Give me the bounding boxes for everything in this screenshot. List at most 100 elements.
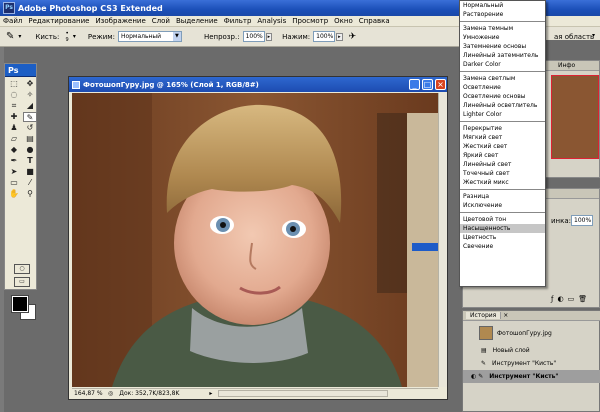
status-menu-arrow-icon[interactable]: ▸ xyxy=(209,390,212,397)
menu-layer[interactable]: Слой xyxy=(149,17,173,25)
blend-item[interactable]: Цветовой тон xyxy=(460,215,545,224)
blend-item[interactable]: Lighter Color xyxy=(460,110,545,119)
blend-item[interactable]: Замена светлым xyxy=(460,74,545,83)
blend-item[interactable]: Исключение xyxy=(460,201,545,210)
status-info-icon[interactable]: ◎ xyxy=(108,390,113,397)
brush-preview[interactable]: • 9 xyxy=(65,30,69,43)
blend-item[interactable]: Свечение xyxy=(460,242,545,251)
tool-preset-dropdown-icon[interactable]: ▾ xyxy=(18,33,21,40)
magic-wand-tool-icon[interactable]: ✧ xyxy=(23,90,37,100)
blend-item[interactable]: Нормальный xyxy=(460,1,545,10)
opacity-slider-arrow-icon[interactable]: ▸ xyxy=(265,32,273,41)
menu-filter[interactable]: Фильтр xyxy=(221,17,255,25)
color-swatches[interactable] xyxy=(11,295,38,322)
blend-item[interactable]: Точечный свет xyxy=(460,169,545,178)
blend-item[interactable]: Мягкий свет xyxy=(460,133,545,142)
document-size: Док: 352,7K/823,8K xyxy=(119,390,180,397)
blend-item[interactable]: Линейный затемнитель xyxy=(460,51,545,60)
type-tool-icon[interactable]: T xyxy=(23,156,37,166)
notes-tool-icon[interactable]: ▭ xyxy=(7,178,21,188)
mode-label: Режим: xyxy=(87,32,115,41)
screen-mode-icon[interactable]: ▭ xyxy=(14,277,30,287)
tools-panel: Ps ⬚ ✥ ◌ ✧ ⌗ ◢ ✚ ✎ ♟ ↺ ▱ ▤ ◆ ● ✒ T ➤ ■ ▭… xyxy=(4,63,37,320)
quick-mask-icon[interactable]: ○ xyxy=(14,264,30,274)
document-title-bar[interactable]: ФотошопГуру.jpg @ 165% (Слой 1, RGB/8#) xyxy=(69,77,447,92)
tab-history[interactable]: История xyxy=(466,312,502,319)
menu-view[interactable]: Просмотр xyxy=(289,17,331,25)
brush-tool-icon[interactable]: ✎ xyxy=(6,31,14,42)
navigator-thumbnail[interactable] xyxy=(551,75,599,159)
blend-item[interactable]: Darker Color xyxy=(460,60,545,69)
menu-edit[interactable]: Редактирование xyxy=(25,17,92,25)
blend-item[interactable]: Умножение xyxy=(460,33,545,42)
blend-item[interactable]: Осветление xyxy=(460,83,545,92)
fill-field[interactable]: 100% xyxy=(571,215,593,226)
workspace-chevron-icon[interactable]: ▾ xyxy=(592,32,595,39)
blend-item-highlighted[interactable]: Насыщенность xyxy=(460,224,545,233)
path-selection-tool-icon[interactable]: ➤ xyxy=(7,167,21,177)
menu-separator xyxy=(460,187,545,192)
hand-tool-icon[interactable]: ✋ xyxy=(7,189,21,199)
slice-tool-icon[interactable]: ◢ xyxy=(23,101,37,111)
blend-item[interactable]: Осветление основы xyxy=(460,92,545,101)
crop-tool-icon[interactable]: ⌗ xyxy=(7,101,21,111)
history-item[interactable]: ✎ Инструмент "Кисть" xyxy=(463,357,600,370)
horizontal-scrollbar[interactable] xyxy=(218,390,389,397)
blend-item[interactable]: Жесткий микс xyxy=(460,178,545,187)
shape-tool-icon[interactable]: ■ xyxy=(23,167,37,177)
menu-file[interactable]: Файл xyxy=(0,17,25,25)
flow-slider-arrow-icon[interactable]: ▸ xyxy=(336,32,343,41)
blend-item[interactable]: Жесткий свет xyxy=(460,142,545,151)
menu-window[interactable]: Окно xyxy=(331,17,356,25)
foreground-color-swatch[interactable] xyxy=(11,295,29,313)
tab-close-icon[interactable]: × xyxy=(503,312,508,319)
tab-info[interactable]: Инфо xyxy=(558,61,575,71)
minimize-button[interactable]: _ xyxy=(409,79,420,90)
new-folder-icon[interactable]: ▭ xyxy=(568,295,575,305)
dodge-tool-icon[interactable]: ● xyxy=(23,145,37,155)
blend-item[interactable]: Яркий свет xyxy=(460,151,545,160)
menu-image[interactable]: Изображение xyxy=(92,17,148,25)
eyedropper-tool-icon[interactable]: ⁄ xyxy=(23,178,37,188)
blend-item[interactable]: Линейный свет xyxy=(460,160,545,169)
history-brush-tool-icon[interactable]: ↺ xyxy=(23,123,37,133)
layer-mask-icon[interactable]: ◐ xyxy=(557,295,563,305)
image-canvas[interactable] xyxy=(72,93,438,387)
blend-item[interactable]: Линейный осветлитель xyxy=(460,101,545,110)
move-tool-icon[interactable]: ✥ xyxy=(23,79,37,89)
blend-item[interactable]: Цветность xyxy=(460,233,545,242)
blend-item[interactable]: Растворение xyxy=(460,10,545,19)
mode-select[interactable]: Нормальный ▼ xyxy=(117,31,182,42)
clone-stamp-tool-icon[interactable]: ♟ xyxy=(7,123,21,133)
history-item[interactable]: ▤ Новый слой xyxy=(463,344,600,357)
close-button[interactable]: × xyxy=(435,79,446,90)
healing-brush-tool-icon[interactable]: ✚ xyxy=(7,112,21,122)
blur-tool-icon[interactable]: ◆ xyxy=(7,145,21,155)
airbrush-icon[interactable]: ✈ xyxy=(349,32,357,42)
snapshot-name: ФотошопГуру.jpg xyxy=(497,329,552,337)
menu-analysis[interactable]: Analysis xyxy=(254,17,289,25)
fx-icon[interactable]: ƒ xyxy=(551,295,553,305)
blend-item[interactable]: Затемнение основы xyxy=(460,42,545,51)
pen-tool-icon[interactable]: ✒ xyxy=(7,156,21,166)
gradient-tool-icon[interactable]: ▤ xyxy=(23,134,37,144)
flow-field[interactable]: 100% xyxy=(313,31,336,42)
blend-item[interactable]: Перекрытие xyxy=(460,124,545,133)
marquee-tool-icon[interactable]: ⬚ xyxy=(7,79,21,89)
blend-item[interactable]: Замена темным xyxy=(460,24,545,33)
history-item-active[interactable]: ◐ ✎ Инструмент "Кисть" xyxy=(463,370,600,383)
lasso-tool-icon[interactable]: ◌ xyxy=(7,90,21,100)
menu-help[interactable]: Справка xyxy=(356,17,393,25)
menu-select[interactable]: Выделение xyxy=(173,17,221,25)
history-snapshot[interactable]: ФотошопГуру.jpg xyxy=(463,323,600,343)
zoom-level[interactable]: 164,87 % xyxy=(74,390,104,397)
trash-icon[interactable]: 🗑 xyxy=(578,295,587,305)
zoom-tool-icon[interactable]: ⚲ xyxy=(23,189,37,199)
brush-picker-arrow-icon[interactable]: ▾ xyxy=(73,33,76,40)
blend-item[interactable]: Разница xyxy=(460,192,545,201)
opacity-field[interactable]: 100% xyxy=(242,31,265,42)
maximize-button[interactable]: □ xyxy=(422,79,433,90)
brush-tool-icon[interactable]: ✎ xyxy=(23,112,37,122)
vertical-scrollbar[interactable] xyxy=(438,93,447,387)
eraser-tool-icon[interactable]: ▱ xyxy=(7,134,21,144)
